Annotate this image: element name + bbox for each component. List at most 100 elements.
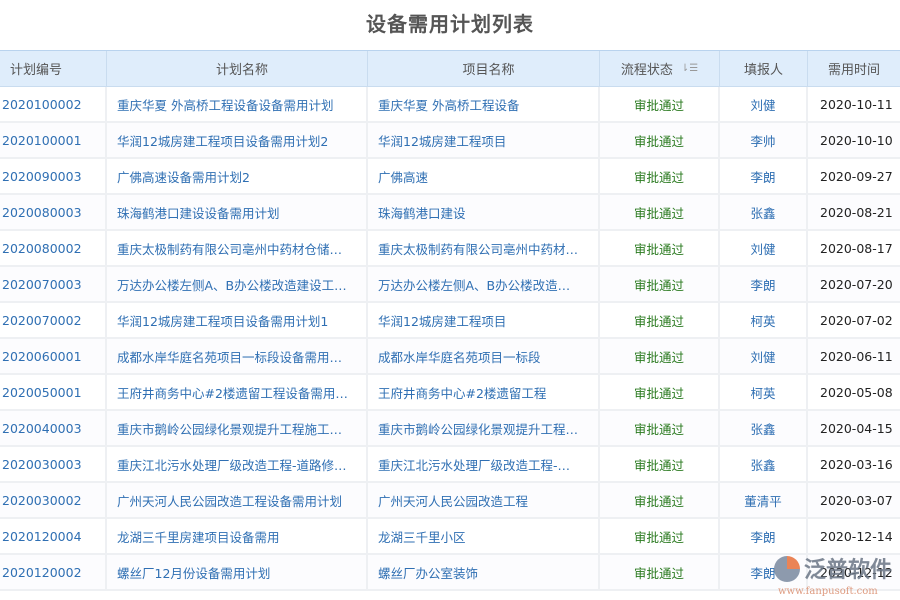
reporter-link[interactable]: 李朗 [720, 159, 808, 193]
status-cell: 审批通过 [600, 195, 720, 229]
plan-no-cell[interactable]: 2020070002 [0, 303, 107, 337]
status-cell: 审批通过 [600, 447, 720, 481]
reporter-link[interactable]: 李帅 [720, 123, 808, 157]
project-name-link[interactable]: 成都水岸华庭名苑项目一标段 [368, 339, 600, 373]
status-cell: 审批通过 [600, 339, 720, 373]
need-time-cell: 2020-08-17 [808, 231, 900, 265]
table-row[interactable]: 2020120004龙湖三千里房建项目设备需用龙湖三千里小区审批通过李朗2020… [0, 519, 900, 555]
table-row[interactable]: 2020070003万达办公楼左侧A、B办公楼改造建设工…万达办公楼左侧A、B办… [0, 267, 900, 303]
need-time-cell: 2020-10-10 [808, 123, 900, 157]
project-name-link[interactable]: 重庆太极制药有限公司亳州中药材… [368, 231, 600, 265]
reporter-link[interactable]: 柯英 [720, 303, 808, 337]
table-header: 计划编号 计划名称 项目名称 流程状态 ⇂☰ 填报人 需用时间 [0, 50, 900, 87]
project-name-link[interactable]: 龙湖三千里小区 [368, 519, 600, 553]
plan-name-link[interactable]: 广佛高速设备需用计划2 [107, 159, 368, 193]
plan-table: 计划编号 计划名称 项目名称 流程状态 ⇂☰ 填报人 需用时间 202010000… [0, 50, 900, 591]
table-row[interactable]: 2020050001王府井商务中心#2楼遗留工程设备需用…王府井商务中心#2楼遗… [0, 375, 900, 411]
table-row[interactable]: 2020080002重庆太极制药有限公司亳州中药材仓储…重庆太极制药有限公司亳州… [0, 231, 900, 267]
plan-no-cell[interactable]: 2020050001 [0, 375, 107, 409]
reporter-link[interactable]: 李朗 [720, 267, 808, 301]
plan-no-cell[interactable]: 2020080002 [0, 231, 107, 265]
plan-name-link[interactable]: 重庆华夏 外高桥工程设备设备需用计划 [107, 87, 368, 121]
table-row[interactable]: 2020090003广佛高速设备需用计划2广佛高速审批通过李朗2020-09-2… [0, 159, 900, 195]
project-name-link[interactable]: 华润12城房建工程项目 [368, 303, 600, 337]
plan-name-link[interactable]: 广州天河人民公园改造工程设备需用计划 [107, 483, 368, 517]
project-name-link[interactable]: 王府井商务中心#2楼遗留工程 [368, 375, 600, 409]
status-cell: 审批通过 [600, 519, 720, 553]
need-time-cell: 2020-06-11 [808, 339, 900, 373]
header-plan-no[interactable]: 计划编号 [0, 51, 107, 86]
header-plan-name[interactable]: 计划名称 [107, 51, 368, 86]
plan-name-link[interactable]: 龙湖三千里房建项目设备需用 [107, 519, 368, 553]
plan-name-link[interactable]: 螺丝厂12月份设备需用计划 [107, 555, 368, 589]
reporter-link[interactable]: 董清平 [720, 483, 808, 517]
header-status-label: 流程状态 [621, 59, 673, 78]
status-cell: 审批通过 [600, 87, 720, 121]
plan-no-cell[interactable]: 2020100001 [0, 123, 107, 157]
need-time-cell: 2020-09-27 [808, 159, 900, 193]
reporter-link[interactable]: 张鑫 [720, 447, 808, 481]
table-row[interactable]: 2020030002广州天河人民公园改造工程设备需用计划广州天河人民公园改造工程… [0, 483, 900, 519]
project-name-link[interactable]: 华润12城房建工程项目 [368, 123, 600, 157]
plan-name-link[interactable]: 成都水岸华庭名苑项目一标段设备需用… [107, 339, 368, 373]
plan-no-cell[interactable]: 2020080003 [0, 195, 107, 229]
reporter-link[interactable]: 刘健 [720, 339, 808, 373]
plan-no-cell[interactable]: 2020120002 [0, 555, 107, 589]
table-row[interactable]: 2020080003珠海鹤港口建设设备需用计划珠海鹤港口建设审批通过张鑫2020… [0, 195, 900, 231]
reporter-link[interactable]: 张鑫 [720, 411, 808, 445]
project-name-link[interactable]: 万达办公楼左侧A、B办公楼改造… [368, 267, 600, 301]
plan-name-link[interactable]: 重庆江北污水处理厂级改造工程-道路修… [107, 447, 368, 481]
reporter-link[interactable]: 刘健 [720, 231, 808, 265]
project-name-link[interactable]: 重庆江北污水处理厂级改造工程-… [368, 447, 600, 481]
table-row[interactable]: 2020070002华润12城房建工程项目设备需用计划1华润12城房建工程项目审… [0, 303, 900, 339]
plan-no-cell[interactable]: 2020030003 [0, 447, 107, 481]
reporter-link[interactable]: 刘健 [720, 87, 808, 121]
plan-no-cell[interactable]: 2020070003 [0, 267, 107, 301]
logo-name: 泛普软件 [804, 552, 892, 584]
plan-name-link[interactable]: 重庆市鹅岭公园绿化景观提升工程施工… [107, 411, 368, 445]
plan-name-link[interactable]: 华润12城房建工程项目设备需用计划2 [107, 123, 368, 157]
status-cell: 审批通过 [600, 411, 720, 445]
plan-no-cell[interactable]: 2020060001 [0, 339, 107, 373]
need-time-cell: 2020-10-11 [808, 87, 900, 121]
status-cell: 审批通过 [600, 303, 720, 337]
reporter-link[interactable]: 柯英 [720, 375, 808, 409]
status-cell: 审批通过 [600, 159, 720, 193]
plan-no-cell[interactable]: 2020090003 [0, 159, 107, 193]
need-time-cell: 2020-07-02 [808, 303, 900, 337]
header-status[interactable]: 流程状态 ⇂☰ [600, 51, 720, 86]
table-row[interactable]: 2020030003重庆江北污水处理厂级改造工程-道路修…重庆江北污水处理厂级改… [0, 447, 900, 483]
table-row[interactable]: 2020100001华润12城房建工程项目设备需用计划2华润12城房建工程项目审… [0, 123, 900, 159]
sort-icon[interactable]: ⇂☰ [681, 63, 698, 74]
project-name-link[interactable]: 珠海鹤港口建设 [368, 195, 600, 229]
header-reporter[interactable]: 填报人 [720, 51, 808, 86]
status-cell: 审批通过 [600, 483, 720, 517]
need-time-cell: 2020-03-16 [808, 447, 900, 481]
table-row[interactable]: 2020040003重庆市鹅岭公园绿化景观提升工程施工…重庆市鹅岭公园绿化景观提… [0, 411, 900, 447]
project-name-link[interactable]: 广州天河人民公园改造工程 [368, 483, 600, 517]
plan-name-link[interactable]: 华润12城房建工程项目设备需用计划1 [107, 303, 368, 337]
plan-no-cell[interactable]: 2020100002 [0, 87, 107, 121]
plan-no-cell[interactable]: 2020040003 [0, 411, 107, 445]
project-name-link[interactable]: 重庆华夏 外高桥工程设备 [368, 87, 600, 121]
need-time-cell: 2020-03-07 [808, 483, 900, 517]
page-title: 设备需用计划列表 [0, 8, 900, 37]
plan-name-link[interactable]: 重庆太极制药有限公司亳州中药材仓储… [107, 231, 368, 265]
plan-name-link[interactable]: 万达办公楼左侧A、B办公楼改造建设工… [107, 267, 368, 301]
logo-icon [774, 556, 800, 582]
project-name-link[interactable]: 重庆市鹅岭公园绿化景观提升工程… [368, 411, 600, 445]
plan-name-link[interactable]: 珠海鹤港口建设设备需用计划 [107, 195, 368, 229]
plan-name-link[interactable]: 王府井商务中心#2楼遗留工程设备需用… [107, 375, 368, 409]
project-name-link[interactable]: 广佛高速 [368, 159, 600, 193]
plan-no-cell[interactable]: 2020030002 [0, 483, 107, 517]
project-name-link[interactable]: 螺丝厂办公室装饰 [368, 555, 600, 589]
table-row[interactable]: 2020060001成都水岸华庭名苑项目一标段设备需用…成都水岸华庭名苑项目一标… [0, 339, 900, 375]
header-project-name[interactable]: 项目名称 [368, 51, 600, 86]
table-row[interactable]: 2020120002螺丝厂12月份设备需用计划螺丝厂办公室装饰审批通过李朗202… [0, 555, 900, 591]
table-row[interactable]: 2020100002重庆华夏 外高桥工程设备设备需用计划重庆华夏 外高桥工程设备… [0, 87, 900, 123]
header-need-time[interactable]: 需用时间 [808, 51, 900, 86]
status-cell: 审批通过 [600, 231, 720, 265]
logo-url: www.fanpusoft.com [778, 586, 878, 597]
plan-no-cell[interactable]: 2020120004 [0, 519, 107, 553]
reporter-link[interactable]: 张鑫 [720, 195, 808, 229]
